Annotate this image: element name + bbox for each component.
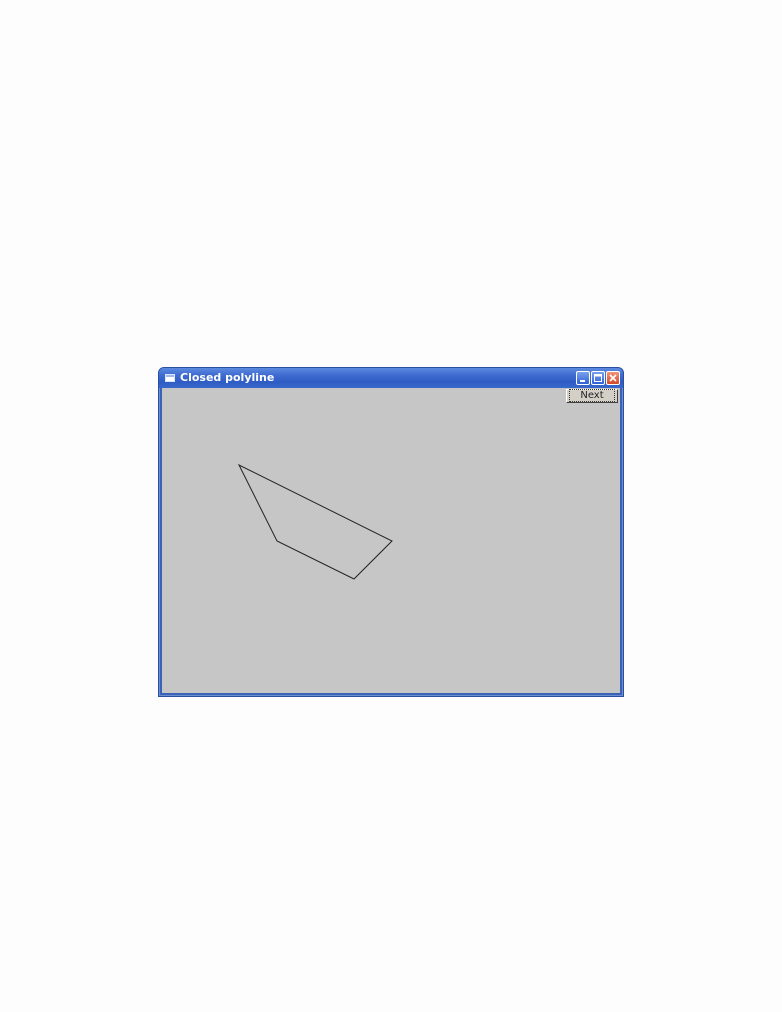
next-button[interactable]: Next bbox=[566, 389, 618, 403]
next-button-label: Next bbox=[569, 389, 615, 402]
app-window: Closed polyline Next bbox=[158, 367, 624, 697]
polyline-canvas bbox=[237, 463, 393, 580]
minimize-button[interactable] bbox=[576, 371, 590, 385]
title-bar[interactable]: Closed polyline bbox=[159, 368, 623, 388]
close-button[interactable] bbox=[606, 371, 620, 385]
close-icon bbox=[609, 374, 617, 382]
closed-polyline bbox=[237, 463, 393, 580]
window-icon bbox=[165, 374, 175, 382]
drawing-area[interactable]: Next bbox=[162, 388, 620, 693]
maximize-icon bbox=[594, 374, 602, 382]
window-title: Closed polyline bbox=[180, 371, 275, 384]
minimize-icon bbox=[580, 380, 585, 382]
maximize-button[interactable] bbox=[591, 371, 605, 385]
